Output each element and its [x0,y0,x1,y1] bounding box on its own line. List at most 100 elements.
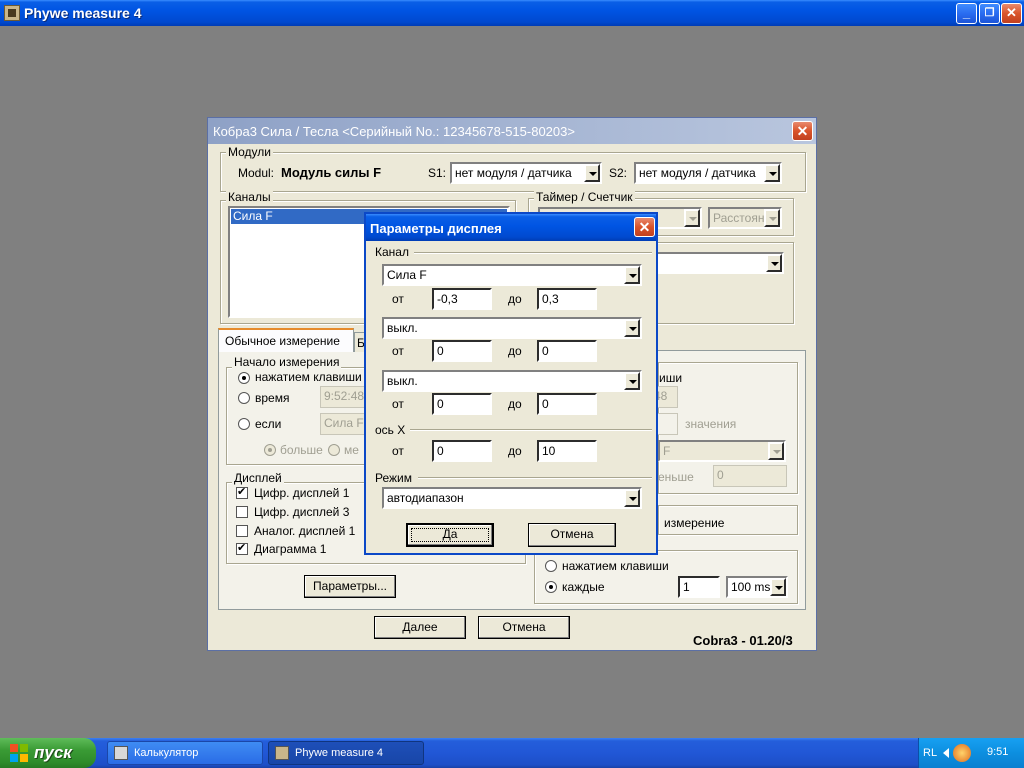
chevron-down-icon[interactable] [624,489,640,507]
task-phywe-label: Phywe measure 4 [295,747,384,759]
start-if-radio[interactable] [238,418,250,430]
to-label: до [508,344,522,358]
display-1-checkbox[interactable] [236,485,248,499]
tray-expand-icon[interactable] [943,748,949,758]
greater-label: больше [280,443,323,457]
channel-3-select[interactable]: выкл. [382,370,642,392]
cancel-button[interactable]: Отмена [478,616,570,639]
record-every-input[interactable]: 1 [678,576,720,598]
clock: 9:51 [987,746,1009,758]
close-button[interactable]: ✕ [1001,3,1022,24]
channel-2-to-input[interactable]: 0 [537,340,597,362]
start-key-radio[interactable] [238,372,250,384]
dialog-title-bar[interactable]: Кобра3 Сила / Тесла <Серийный No.: 12345… [208,118,816,144]
next-button[interactable]: Далее [374,616,466,639]
to-label: до [508,397,522,411]
measure-label: измерение [664,516,725,530]
record-every-radio[interactable] [545,581,557,593]
display-legend: Дисплей [232,471,284,485]
start-label: пуск [34,743,72,762]
task-calculator-label: Калькулятор [134,747,199,759]
channels-legend: Каналы [226,190,273,204]
less-radio[interactable] [328,444,340,456]
display-params-cancel-button[interactable]: Отмена [528,523,616,547]
channel-2-select[interactable]: выкл. [382,317,642,339]
record-unit-value: 100 ms [731,580,771,594]
start-measurement-legend: Начало измерения [232,355,342,369]
system-tray: RL 9:51 [918,738,1024,768]
display-params-title-bar[interactable]: Параметры дисплея ✕ [366,214,656,241]
start-time-input[interactable]: 9:52:48 [320,386,370,408]
channel-separator [414,252,652,254]
version-label: Cobra3 - 01.20/3 [693,633,793,648]
display-params-close-button[interactable]: ✕ [634,217,655,237]
minimize-button[interactable]: _ [956,3,977,24]
s2-select[interactable]: нет модуля / датчика [634,162,782,184]
right-less-input[interactable]: 0 [713,465,787,487]
right-less-label: еньше [658,470,694,484]
s1-select[interactable]: нет модуля / датчика [450,162,602,184]
display-4-checkbox[interactable] [236,541,248,555]
display-params-title: Параметры дисплея [370,221,502,236]
x-axis-from-input[interactable]: 0 [432,440,492,462]
modules-legend: Модули [226,145,273,159]
channel-1-to-input[interactable]: 0,3 [537,288,597,310]
chevron-down-icon[interactable] [624,266,640,284]
channel-3-to-input[interactable]: 0 [537,393,597,415]
channel-1-select[interactable]: Сила F [382,264,642,286]
distance-select[interactable]: Расстоян [708,207,782,229]
taskbar: пуск Калькулятор Phywe measure 4 RL 9:51 [0,738,1024,768]
start-key-label: нажатием клавиши [255,370,362,384]
from-label: от [392,397,404,411]
channel-3-from-input[interactable]: 0 [432,393,492,415]
tray-app-icon[interactable] [953,744,971,762]
display-2-checkbox[interactable] [236,506,248,518]
display-2-label: Цифр. дисплей 3 [254,505,350,519]
chevron-down-icon[interactable] [684,209,700,227]
app-icon [4,5,20,21]
chevron-down-icon[interactable] [766,254,782,272]
record-key-radio[interactable] [545,560,557,572]
chevron-down-icon[interactable] [770,578,786,596]
display-3-checkbox[interactable] [236,525,248,537]
channel-1-value: Сила F [387,268,427,282]
start-button[interactable]: пуск [0,738,96,768]
x-axis-legend: ось X [375,423,406,437]
s2-label: S2: [609,166,628,180]
chevron-down-icon[interactable] [764,164,780,182]
channel-2-from-input[interactable]: 0 [432,340,492,362]
x-axis-to-input[interactable]: 10 [537,440,597,462]
dialog-close-button[interactable]: ✕ [792,121,813,141]
mode-select[interactable]: автодиапазон [382,487,642,509]
main-title-bar[interactable]: Phywe measure 4 _ ❐ ✕ [0,0,1024,26]
chevron-down-icon[interactable] [624,319,640,337]
channel-2-value: выкл. [387,321,418,335]
chevron-down-icon[interactable] [584,164,600,182]
chevron-down-icon[interactable] [624,372,640,390]
mode-value: автодиапазон [387,491,464,505]
task-calculator[interactable]: Калькулятор [107,741,263,765]
maximize-button[interactable]: ❐ [979,3,1000,24]
parameters-button[interactable]: Параметры... [304,575,396,598]
record-unit-select[interactable]: 100 ms [726,576,788,598]
greater-radio[interactable] [264,444,276,456]
window-title: Phywe measure 4 [24,5,142,21]
task-phywe[interactable]: Phywe measure 4 [268,741,424,765]
record-every-label: каждые [562,580,605,594]
channel-1-from-input[interactable]: -0,3 [432,288,492,310]
chevron-down-icon[interactable] [768,442,784,460]
modul-label: Modul: [238,166,275,180]
language-indicator[interactable]: RL [923,747,937,759]
x-axis-separator [410,429,652,431]
less-label: ме [344,443,359,457]
chevron-down-icon[interactable] [764,209,780,227]
display-4-label: Диаграмма 1 [254,542,327,556]
s2-select-value: нет модуля / датчика [639,166,756,180]
channel-legend: Канал [375,245,409,259]
tab-normal-measurement[interactable]: Обычное измерение [218,328,354,352]
start-if-input[interactable]: Сила F [320,413,370,435]
ok-button[interactable]: Да [406,523,494,547]
dialog-title: Кобра3 Сила / Тесла <Серийный No.: 12345… [213,124,575,139]
start-time-radio[interactable] [238,392,250,404]
right-channel-select[interactable]: F [658,440,786,462]
